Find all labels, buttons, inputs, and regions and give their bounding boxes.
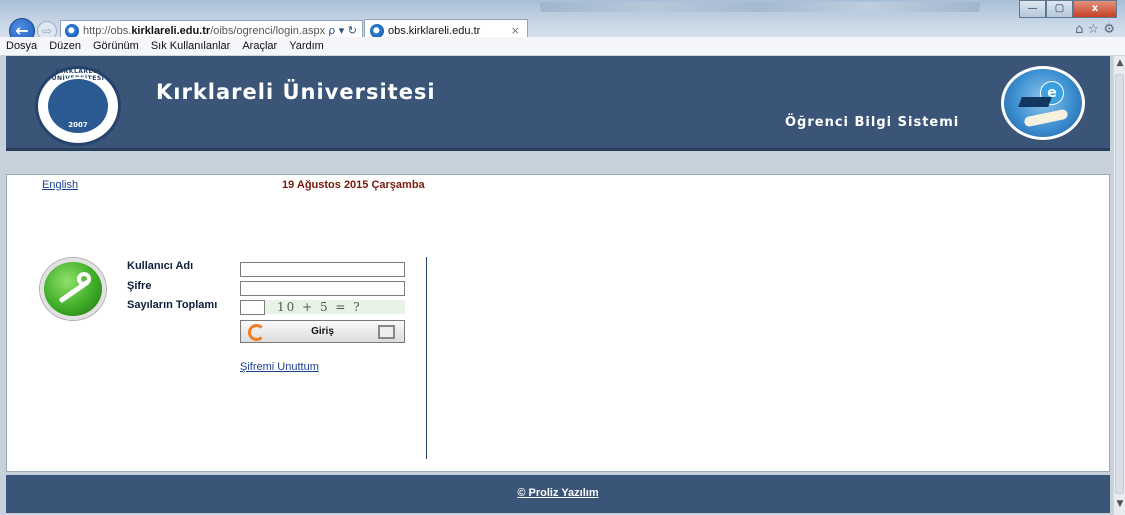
system-title: Öğrenci Bilgi Sistemi (785, 115, 960, 130)
close-window-button[interactable]: x (1073, 0, 1117, 18)
tab-title: obs.kirklareli.edu.tr (388, 24, 481, 37)
maximize-button[interactable]: ▢ (1046, 0, 1073, 18)
background-tabs-strip (540, 2, 980, 12)
url-text[interactable]: http://obs.kirklareli.edu.tr/oibs/ogrenc… (83, 25, 325, 37)
vertical-divider (426, 257, 427, 459)
menu-file[interactable]: Dosya (6, 40, 37, 52)
menu-help[interactable]: Yardım (289, 40, 324, 52)
forward-arrow-icon: ⇨ (41, 24, 53, 38)
password-label: Şifre (127, 280, 152, 292)
current-date: 19 Ağustos 2015 Çarşamba (282, 179, 425, 191)
menu-view[interactable]: Görünüm (93, 40, 139, 52)
username-input[interactable] (240, 262, 405, 277)
tab-page-icon (370, 23, 384, 38)
scroll-up-icon[interactable]: ▲ (1114, 58, 1125, 72)
tab-close-icon[interactable]: × (511, 24, 520, 37)
university-title: Kırklareli Üniversitesi (156, 80, 436, 104)
diploma-icon (1023, 108, 1069, 128)
site-footer: © Proliz Yazılım (6, 475, 1110, 513)
minimize-button[interactable]: — (1019, 0, 1046, 18)
proliz-footer-link[interactable]: © Proliz Yazılım (517, 487, 598, 499)
menu-tools[interactable]: Araçlar (242, 40, 277, 52)
key-bow (77, 272, 91, 286)
logo-emblem-icon: 2007 (46, 77, 110, 135)
scroll-down-icon[interactable]: ▼ (1114, 499, 1125, 513)
captcha-image: 10 + 5 = ? (265, 300, 405, 314)
browser-title-bar: ← ⇨ http://obs.kirklareli.edu.tr/oibs/og… (0, 0, 1125, 44)
login-button-label: Giriş (311, 326, 334, 337)
logo-year: 2007 (68, 121, 88, 129)
menu-favorites[interactable]: Sık Kullanılanlar (151, 40, 231, 52)
login-button[interactable]: Giriş (240, 320, 405, 343)
english-link[interactable]: English (42, 179, 78, 191)
key-icon (40, 258, 106, 320)
menu-bar: Dosya Düzen Görünüm Sık Kullanılanlar Ar… (0, 37, 1125, 56)
login-refresh-icon (248, 324, 265, 341)
captcha-sum-input[interactable] (240, 300, 265, 315)
university-logo: KIRKLARELİ ÜNİVERSİTESİ 2007 (35, 66, 121, 146)
site-header: KIRKLARELİ ÜNİVERSİTESİ 2007 Kırklareli … (6, 56, 1110, 151)
scroll-thumb[interactable] (1115, 74, 1124, 494)
login-panel: English 19 Ağustos 2015 Çarşamba Kullanı… (6, 174, 1110, 472)
obs-logo-icon: e (1001, 66, 1085, 140)
username-label: Kullanıcı Adı (127, 260, 194, 272)
graduation-cap-icon (1018, 97, 1052, 107)
login-box-icon (378, 325, 395, 339)
sum-label: Sayıların Toplamı (127, 299, 218, 311)
home-favorites-settings-icons[interactable]: ⌂ ☆ ⚙ (1075, 22, 1115, 37)
page-viewport: KIRKLARELİ ÜNİVERSİTESİ 2007 Kırklareli … (0, 56, 1113, 515)
forgot-password-link[interactable]: Şifremi Unuttum (240, 361, 319, 373)
menu-edit[interactable]: Düzen (49, 40, 81, 52)
password-input[interactable] (240, 281, 405, 296)
ie-page-icon (65, 23, 79, 38)
vertical-scrollbar[interactable]: ▲ ▼ (1113, 56, 1125, 515)
window-controls: — ▢ x (1019, 0, 1117, 18)
search-refresh-icons[interactable]: ρ ▾ ↻ (328, 24, 362, 37)
